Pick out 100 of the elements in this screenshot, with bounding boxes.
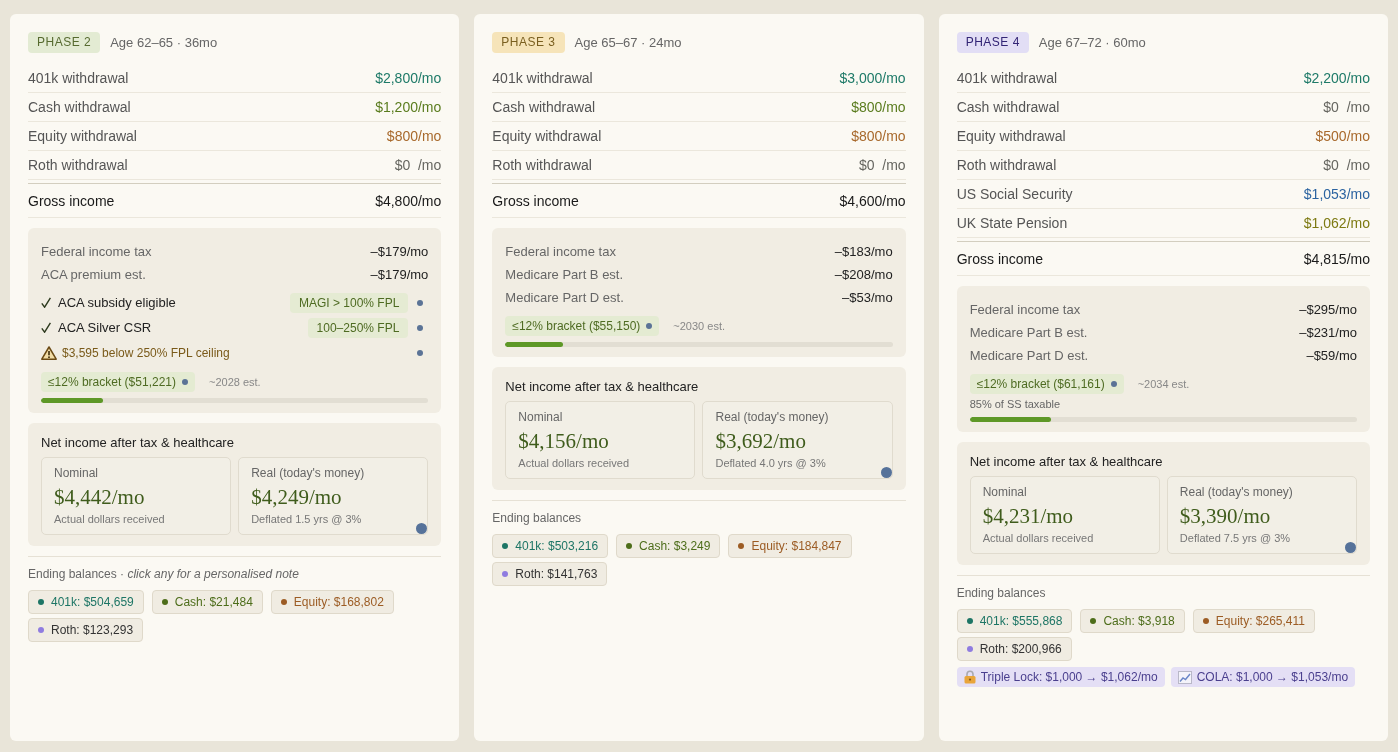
balance-chip[interactable]: Cash: $3,249 [616, 534, 721, 558]
income-label: UK State Pension [956, 215, 1068, 231]
income-label: Equity withdrawal [956, 128, 1066, 144]
dot-icon [182, 379, 188, 385]
note-text: Triple Lock: $1,000 → $1,062/mo [980, 670, 1158, 684]
ending-balances-heading: Ending balances [492, 510, 583, 526]
taxable-note: 85% of SS taxable [969, 397, 1062, 411]
income-value: $1,062/mo [1303, 215, 1370, 231]
age-range-text: Age 67–72 · 60mo [1038, 35, 1146, 50]
income-label: US Social Security [956, 186, 1073, 202]
gross-income-value: $4,815/mo [1303, 250, 1370, 267]
income-card-label: Nominal [518, 409, 564, 425]
income-label: 401k withdrawal [492, 70, 593, 86]
balance-chip[interactable]: Cash: $21,484 [151, 590, 263, 614]
balance-chip[interactable]: Roth: $123,293 [28, 618, 144, 642]
net-income-title: Net income after tax & healthcare [505, 379, 700, 395]
eligibility-label: ACA subsidy eligible [58, 295, 177, 310]
income-label: Equity withdrawal [492, 128, 602, 144]
income-card-value: $3,390/mo [1179, 503, 1272, 529]
check-icon [41, 297, 51, 308]
income-label: Roth withdrawal [492, 157, 592, 173]
gross-income-label: Gross income [492, 192, 579, 209]
income-card-label: Nominal [982, 484, 1028, 500]
income-value: $3,000/mo [839, 70, 906, 86]
income-card-value: $4,249/mo [251, 484, 343, 510]
income-value: $0 /mo [394, 157, 442, 173]
bracket-text: ≤12% bracket ($51,221) [48, 375, 176, 389]
check-icon [41, 322, 51, 333]
balance-chip[interactable]: Equity: $184,847 [728, 534, 852, 558]
income-value: $800/mo [851, 99, 906, 115]
deduction-label: Federal income tax [505, 244, 616, 259]
dot-icon [880, 467, 892, 478]
deduction-label: ACA premium est. [41, 267, 146, 282]
income-label: Cash withdrawal [492, 99, 596, 115]
dot-icon [1345, 542, 1356, 553]
income-label: Cash withdrawal [28, 99, 131, 115]
warning-icon [41, 345, 57, 360]
age-range-text: Age 65–67 · 24mo [574, 35, 682, 50]
criteria-tag: 100–250% FPL [307, 317, 409, 338]
dot-icon [646, 323, 653, 329]
deduction-label: Medicare Part B est. [969, 325, 1088, 340]
line-chart-icon [1177, 670, 1192, 684]
ending-balances-heading: Ending balances · click any for a personalised note [28, 566, 300, 582]
balance-chip[interactable]: Roth: $200,966 [956, 637, 1072, 661]
deduction-value: –$179/mo [370, 267, 429, 282]
income-label: 401k withdrawal [956, 70, 1058, 86]
bracket-text: ≤12% bracket ($55,150) [512, 319, 641, 333]
deduction-value: –$295/mo [1299, 302, 1357, 317]
note-text: COLA: $1,000 → $1,053/mo [1196, 670, 1349, 684]
income-label: Equity withdrawal [28, 128, 137, 144]
income-card-note: Deflated 1.5 yrs @ 3% [251, 512, 363, 526]
balance-chip[interactable]: Equity: $265,411 [1192, 609, 1315, 633]
balance-chip[interactable]: 401k: $555,868 [956, 609, 1073, 633]
income-card-label: Real (today's money) [1179, 484, 1294, 500]
deduction-label: Medicare Part D est. [969, 348, 1089, 363]
deduction-value: –$208/mo [834, 267, 893, 282]
deduction-value: –$231/mo [1299, 325, 1357, 340]
bracket-text: ≤12% bracket ($61,161) [976, 377, 1105, 391]
balance-chip[interactable]: Roth: $141,763 [492, 562, 608, 586]
dot-icon [417, 324, 424, 331]
phase-badge: PHASE 3 [492, 32, 565, 53]
income-value: $2,800/mo [375, 70, 442, 86]
income-card-value: $4,442/mo [54, 484, 146, 510]
income-value: $500/mo [1315, 128, 1370, 144]
income-label: Cash withdrawal [956, 99, 1060, 115]
balance-chip[interactable]: Cash: $3,918 [1080, 609, 1185, 633]
balance-chip[interactable]: 401k: $503,216 [492, 534, 609, 558]
dot-icon [417, 299, 424, 306]
estimate-year-text: ~2030 est. [673, 320, 725, 332]
income-card-value: $3,692/mo [715, 428, 807, 454]
income-card-note: Actual dollars received [54, 512, 166, 526]
phase-badge: PHASE 4 [956, 32, 1029, 53]
criteria-tag: MAGI > 100% FPL [289, 292, 409, 313]
income-value: $2,200/mo [1303, 70, 1370, 86]
income-card-note: Deflated 4.0 yrs @ 3% [715, 456, 827, 470]
estimate-year-text: ~2028 est. [209, 376, 261, 388]
net-income-title: Net income after tax & healthcare [969, 454, 1164, 470]
income-card-note: Actual dollars received [982, 531, 1095, 545]
gross-income-value: $4,600/mo [839, 192, 906, 209]
dot-icon [1110, 381, 1117, 387]
gross-income-label: Gross income [956, 250, 1043, 267]
income-value: $0 /mo [1323, 99, 1370, 115]
age-range-text: Age 62–65 · 36mo [110, 35, 218, 50]
padlock-icon [963, 670, 976, 684]
deduction-value: –$59/mo [1306, 348, 1357, 363]
balance-chip[interactable]: 401k: $504,659 [28, 590, 144, 614]
deduction-value: –$53/mo [842, 290, 893, 305]
balance-chip[interactable]: Equity: $168,802 [270, 590, 394, 614]
income-label: Roth withdrawal [28, 157, 128, 173]
income-card-note: Deflated 7.5 yrs @ 3% [1179, 531, 1292, 545]
income-value: $800/mo [386, 128, 442, 144]
income-card-label: Nominal [54, 465, 99, 481]
gross-income-value: $4,800/mo [375, 192, 442, 209]
income-card-label: Real (today's money) [251, 465, 366, 481]
income-label: 401k withdrawal [28, 70, 129, 86]
deduction-label: Medicare Part B est. [505, 267, 624, 282]
income-card-value: $4,156/mo [518, 428, 610, 454]
ending-balances-heading: Ending balances [956, 585, 1047, 601]
deduction-label: Medicare Part D est. [505, 290, 624, 305]
deduction-value: –$183/mo [834, 244, 893, 259]
